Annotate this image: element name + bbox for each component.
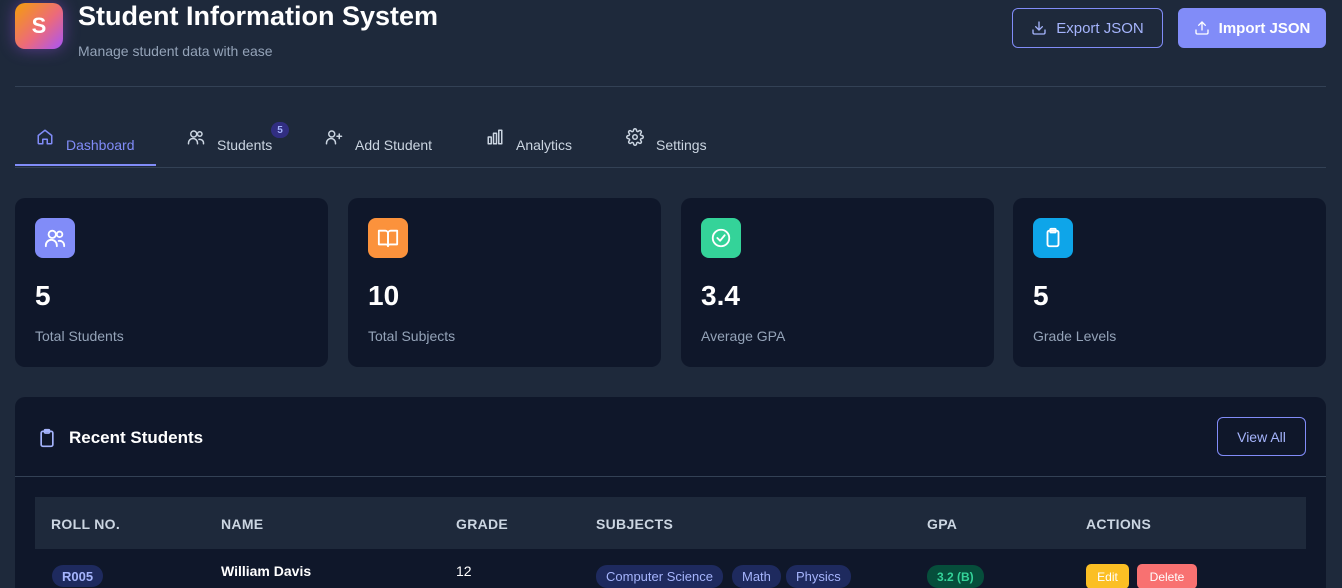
column-header-gpa: GPA bbox=[927, 516, 958, 532]
book-icon bbox=[368, 218, 408, 258]
bar-chart-icon bbox=[487, 129, 503, 145]
tab-add-student[interactable]: Add Student bbox=[325, 118, 432, 166]
subject-tag: Computer Science bbox=[596, 565, 723, 588]
table-row: R005 William Davis 12 Computer Science M… bbox=[35, 549, 1306, 588]
stat-card-total-subjects: 10 Total Subjects bbox=[348, 198, 661, 367]
column-header-actions: ACTIONS bbox=[1086, 516, 1152, 532]
stat-value: 10 bbox=[368, 280, 400, 311]
stat-label: Average GPA bbox=[701, 328, 786, 344]
students-count-badge: 5 bbox=[271, 122, 289, 138]
edit-button[interactable]: Edit bbox=[1086, 564, 1129, 588]
upload-icon bbox=[1194, 21, 1209, 35]
stat-card-grade-levels: 5 Grade Levels bbox=[1013, 198, 1326, 367]
main-tabs: Dashboard Students 5 Add Student Analyti… bbox=[15, 118, 1326, 168]
tab-students[interactable]: Students 5 bbox=[187, 118, 289, 166]
app-logo: S bbox=[15, 3, 63, 49]
column-header-grade: GRADE bbox=[456, 516, 509, 532]
clipboard-icon bbox=[40, 428, 54, 448]
home-icon bbox=[37, 129, 53, 145]
column-header-roll: ROLL NO. bbox=[51, 516, 121, 532]
stat-value: 5 bbox=[1033, 280, 1049, 311]
active-tab-indicator bbox=[15, 164, 156, 166]
page-subtitle: Manage student data with ease bbox=[78, 43, 273, 59]
stat-card-average-gpa: 3.4 Average GPA bbox=[681, 198, 994, 367]
tab-dashboard[interactable]: Dashboard bbox=[36, 118, 135, 166]
download-icon bbox=[1032, 21, 1046, 35]
export-json-label: Export JSON bbox=[1056, 19, 1144, 37]
clipboard-icon bbox=[1033, 218, 1073, 258]
subject-tag: Math bbox=[732, 565, 781, 588]
tab-settings-label: Settings bbox=[656, 137, 707, 153]
column-header-subjects: SUBJECTS bbox=[596, 516, 674, 532]
users-icon bbox=[187, 130, 205, 145]
page-title: Student Information System bbox=[78, 1, 439, 31]
view-all-button[interactable]: View All bbox=[1217, 417, 1306, 456]
panel-title: Recent Students bbox=[69, 428, 204, 447]
tab-add-student-label: Add Student bbox=[355, 137, 433, 153]
stat-value: 3.4 bbox=[701, 280, 740, 311]
delete-button[interactable]: Delete bbox=[1137, 564, 1197, 588]
app-header: S Student Information System Manage stud… bbox=[15, 0, 1326, 87]
gpa-badge: 3.2 (B) bbox=[927, 565, 984, 588]
student-name: William Davis bbox=[221, 563, 312, 579]
check-circle-icon bbox=[701, 218, 741, 258]
recent-students-panel: Recent Students View All ROLL NO. NAME G… bbox=[15, 397, 1326, 588]
export-json-button[interactable]: Export JSON bbox=[1012, 8, 1163, 48]
tab-dashboard-label: Dashboard bbox=[66, 137, 135, 153]
stat-label: Grade Levels bbox=[1033, 328, 1117, 344]
roll-number-badge: R005 bbox=[52, 565, 104, 587]
column-header-name: NAME bbox=[221, 516, 264, 532]
gear-icon bbox=[626, 128, 644, 146]
panel-header: Recent Students View All bbox=[15, 397, 1326, 477]
stat-label: Total Subjects bbox=[368, 328, 456, 344]
logo-letter: S bbox=[31, 13, 47, 38]
tab-settings[interactable]: Settings bbox=[626, 118, 707, 166]
tab-analytics-label: Analytics bbox=[516, 137, 573, 153]
stat-value: 5 bbox=[35, 280, 51, 311]
stat-label: Total Students bbox=[35, 328, 124, 344]
stat-card-total-students: 5 Total Students bbox=[15, 198, 328, 367]
import-json-button[interactable]: Import JSON bbox=[1178, 8, 1326, 48]
import-json-label: Import JSON bbox=[1218, 19, 1311, 37]
user-plus-icon bbox=[325, 130, 343, 145]
users-icon bbox=[35, 218, 75, 258]
table-header: ROLL NO. NAME GRADE SUBJECTS GPA ACTIONS bbox=[35, 497, 1306, 549]
tab-students-label: Students bbox=[217, 137, 273, 153]
subject-tag: Physics bbox=[786, 565, 851, 588]
tab-analytics[interactable]: Analytics bbox=[486, 118, 572, 166]
student-grade: 12 bbox=[456, 563, 472, 579]
